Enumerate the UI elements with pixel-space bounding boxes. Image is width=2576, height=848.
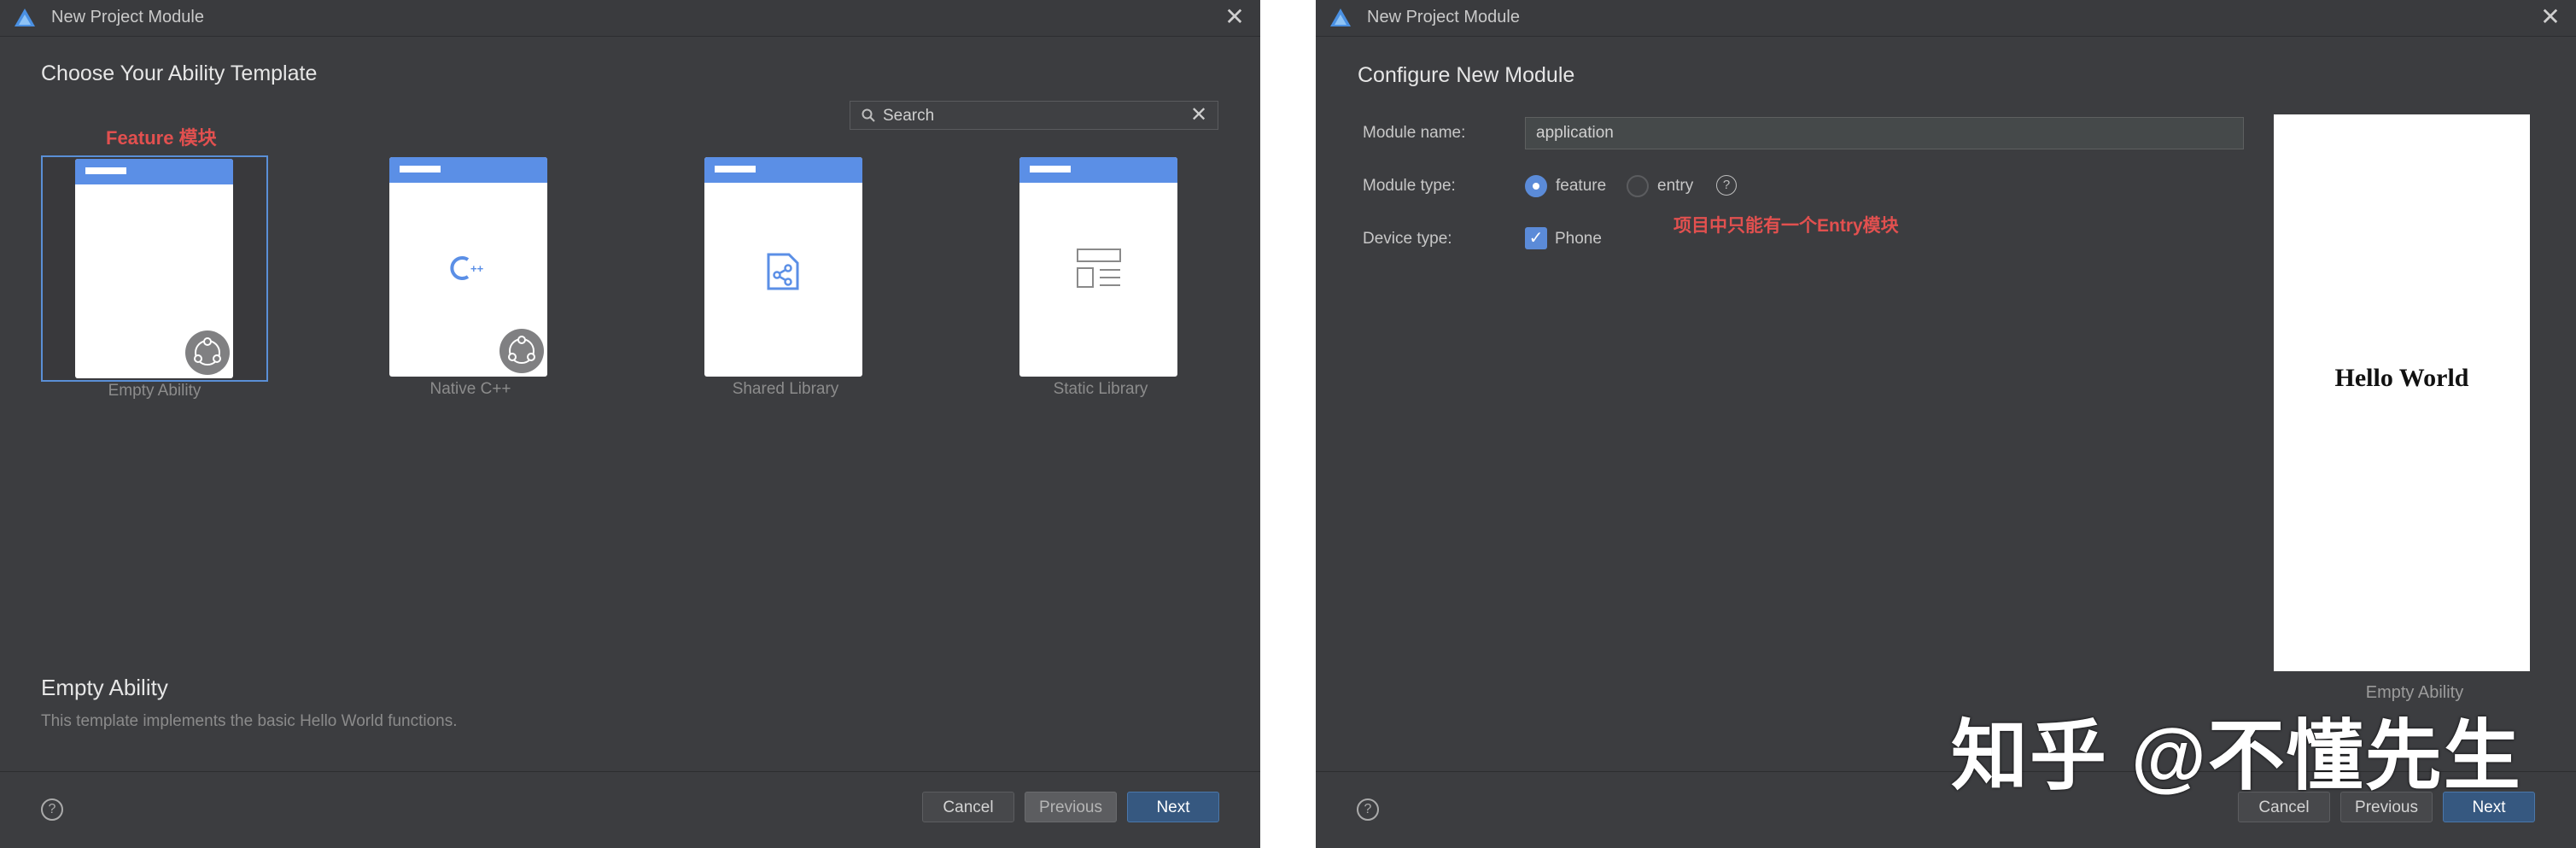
module-name-label: Module name: (1363, 124, 1466, 142)
next-button[interactable]: Next (1127, 792, 1219, 822)
template-description-title: Empty Ability (41, 675, 168, 700)
template-empty-ability[interactable]: Empty Ability (41, 155, 268, 400)
deveco-logo-icon (15, 9, 35, 26)
search-icon (862, 108, 875, 122)
cancel-button[interactable]: Cancel (922, 792, 1014, 822)
search-input[interactable] (881, 103, 1175, 129)
template-label: Empty Ability (108, 382, 202, 400)
module-type-label: Module type: (1363, 177, 1456, 195)
title-bar: New Project Module ✕ (0, 0, 1260, 37)
window-title: New Project Module (1367, 8, 1520, 26)
template-label: Shared Library (732, 380, 839, 398)
module-type-feature-radio[interactable] (1525, 175, 1547, 197)
thumbnail-header-bar (75, 159, 233, 184)
template-shared-library[interactable]: Shared Library (672, 155, 899, 398)
thumbnail-header-bar (389, 157, 547, 183)
module-type-entry-radio[interactable] (1627, 175, 1649, 197)
template-thumbnail: ++ (389, 157, 547, 377)
template-thumbnail (75, 159, 233, 378)
thumbnail-header-bar (1019, 157, 1177, 183)
window-title: New Project Module (51, 8, 204, 26)
ability-badge-icon (185, 330, 230, 375)
clear-search-icon[interactable]: ✕ (1189, 105, 1209, 126)
previous-button[interactable]: Previous (1025, 792, 1117, 822)
page-title: Configure New Module (1358, 63, 1575, 87)
close-icon[interactable]: ✕ (2538, 5, 2562, 29)
module-type-feature-label[interactable]: feature (1556, 177, 1606, 196)
device-type-phone-checkbox[interactable]: ✓ (1525, 227, 1547, 249)
template-thumbnail (1019, 157, 1177, 377)
title-bar: New Project Module ✕ (1316, 0, 2576, 37)
preview-hello-world-text: Hello World (2334, 364, 2469, 392)
template-static-library[interactable]: Static Library (987, 155, 1214, 398)
device-type-label: Device type: (1363, 230, 1452, 248)
shared-library-icon (767, 253, 799, 290)
static-library-icon (1077, 249, 1121, 288)
module-type-help-icon[interactable]: ? (1716, 175, 1737, 196)
help-icon[interactable]: ? (1357, 798, 1379, 821)
template-preview: Hello World (2274, 114, 2530, 671)
template-search-box[interactable]: ✕ (850, 101, 1218, 130)
thumbnail-header-bar (704, 157, 862, 183)
zhihu-watermark: 知乎 @不懂先生 (1951, 714, 2522, 799)
cpp-icon: ++ (450, 256, 484, 280)
annotation-entry-module: 项目中只能有一个Entry模块 (1674, 216, 1899, 236)
template-label: Static Library (1053, 380, 1148, 398)
close-icon[interactable]: ✕ (1223, 5, 1247, 29)
module-type-entry-label[interactable]: entry (1657, 177, 1693, 196)
page-title: Choose Your Ability Template (41, 61, 318, 85)
footer-divider (0, 771, 1260, 772)
deveco-logo-icon (1330, 9, 1351, 26)
template-description-text: This template implements the basic Hello… (41, 712, 458, 730)
help-icon[interactable]: ? (41, 798, 63, 821)
new-project-module-dialog-template: New Project Module ✕ Choose Your Ability… (0, 0, 1260, 848)
ability-badge-icon (499, 329, 544, 373)
module-name-field[interactable] (1525, 117, 2244, 149)
annotation-feature-module: Feature 模块 (106, 127, 217, 149)
device-type-phone-label[interactable]: Phone (1555, 230, 1602, 249)
template-thumbnail (704, 157, 862, 377)
svg-text:++: ++ (470, 262, 484, 275)
template-label: Native C++ (429, 380, 511, 398)
template-native-cpp[interactable]: ++ Native C++ (357, 155, 584, 398)
